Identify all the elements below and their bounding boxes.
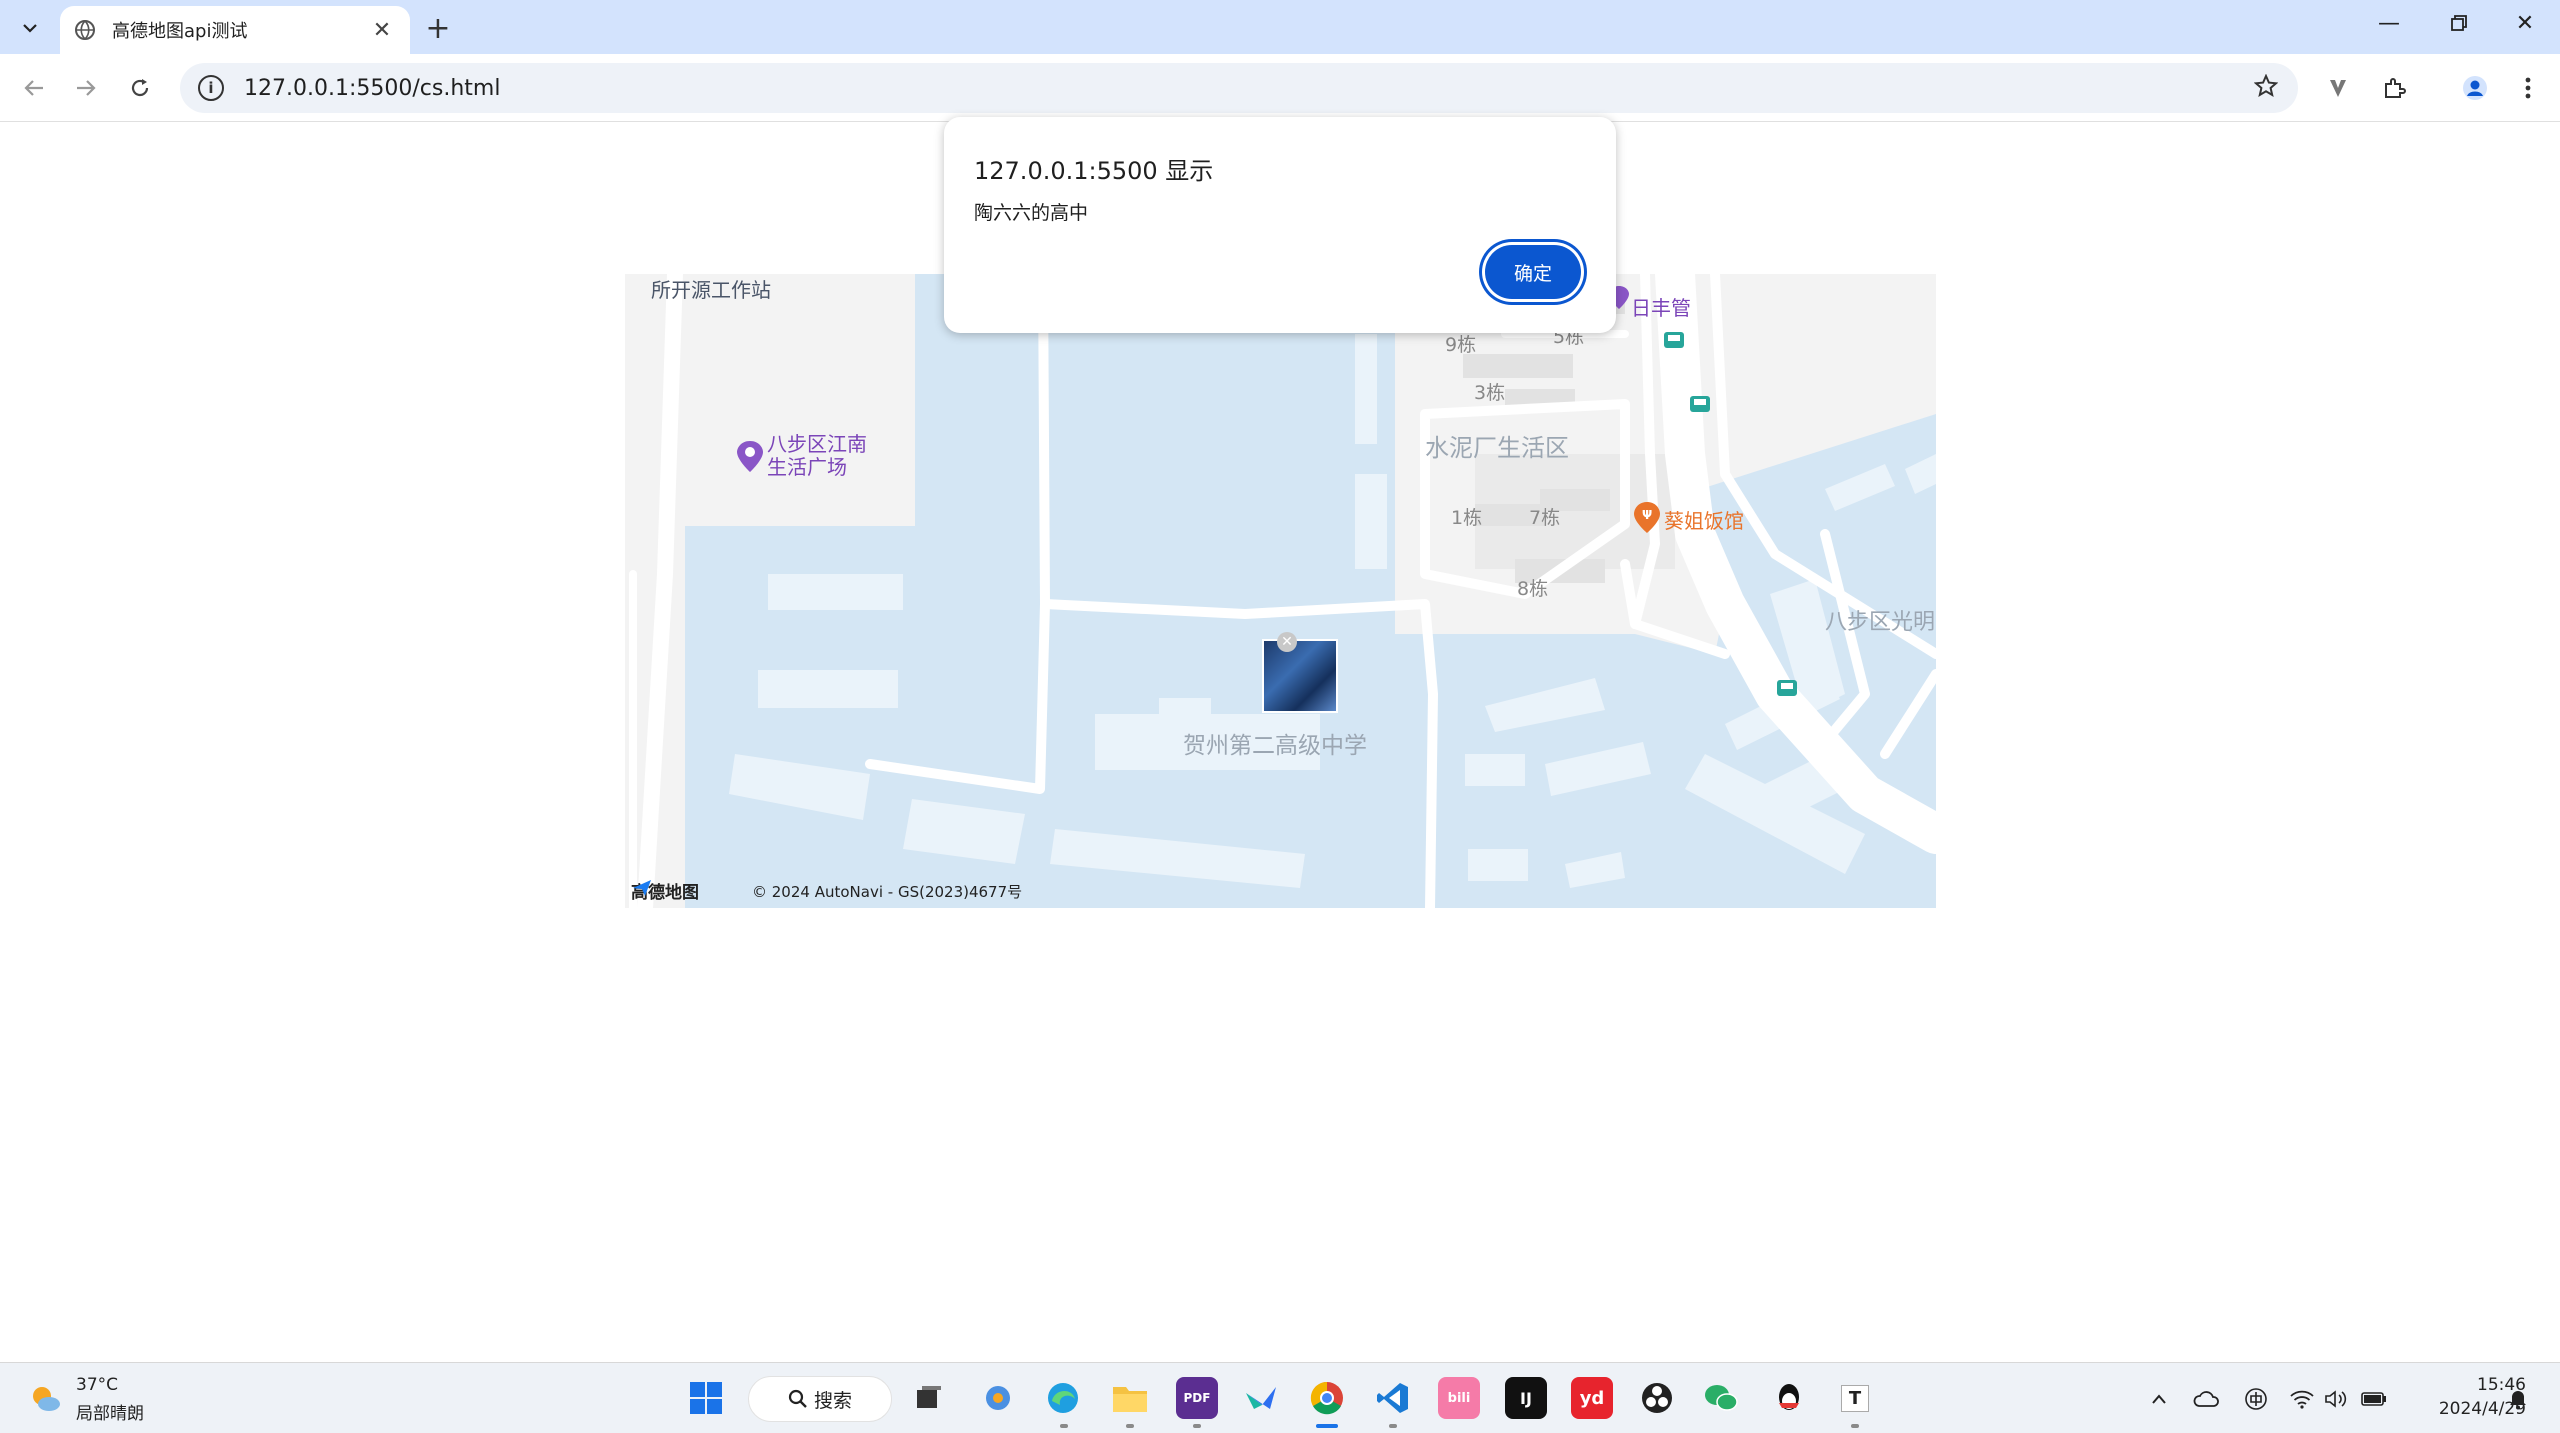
wifi-icon[interactable] xyxy=(2288,1385,2316,1413)
feishu-app-icon[interactable] xyxy=(1240,1377,1282,1419)
bookmark-star-icon[interactable] xyxy=(2253,73,2279,102)
obs-app-icon[interactable] xyxy=(1636,1377,1678,1419)
map-label-b7: 7栋 xyxy=(1529,507,1561,529)
address-bar[interactable]: i 127.0.0.1:5500/cs.html xyxy=(180,63,2298,113)
edge-browser-icon[interactable] xyxy=(1042,1377,1084,1419)
control-panel-icon[interactable] xyxy=(977,1377,1019,1419)
map-label-b9: 9栋 xyxy=(1445,334,1477,356)
edge-running-indicator xyxy=(1060,1424,1068,1428)
vscode-app-icon[interactable] xyxy=(1372,1377,1414,1419)
address-url[interactable]: 127.0.0.1:5500/cs.html xyxy=(244,76,2254,101)
alert-title: 127.0.0.1:5500 显示 xyxy=(974,157,1214,185)
youdao-app-icon[interactable]: yd xyxy=(1571,1377,1613,1419)
volume-icon[interactable] xyxy=(2322,1385,2350,1413)
globe-icon xyxy=(75,20,95,40)
pdf-running-indicator xyxy=(1193,1424,1201,1428)
jetbrains-app-icon[interactable]: IJ xyxy=(1505,1377,1547,1419)
map-copyright: © 2024 AutoNavi - GS(2023)4677号 xyxy=(752,883,1023,901)
alert-dialog: 127.0.0.1:5500 显示 陶六六的高中 确定 xyxy=(944,117,1616,333)
browser-titlebar: 高德地图api测试 ✕ + — ✕ xyxy=(0,0,2560,54)
task-view-icon[interactable] xyxy=(908,1377,950,1419)
map-label-babu-guang: 八步区光明 xyxy=(1825,610,1936,635)
tab-close-icon[interactable]: ✕ xyxy=(370,18,394,43)
extension-v-icon[interactable] xyxy=(2318,68,2358,108)
map-label-restaurant: 葵姐饭馆 xyxy=(1664,509,1744,533)
map-label-rifeng: 日丰管 xyxy=(1631,296,1691,320)
windows-taskbar: 37°C 局部晴朗 搜索 PDF bili IJ yd T 15:46 2024… xyxy=(0,1362,2560,1433)
weather-partly-sunny-icon[interactable] xyxy=(28,1381,62,1415)
map-photo-marker[interactable] xyxy=(1262,639,1338,713)
svg-text:Ψ: Ψ xyxy=(1642,508,1652,522)
pdf-app-icon[interactable]: PDF xyxy=(1176,1377,1218,1419)
amap-arrow-icon xyxy=(633,880,651,896)
map-label-b3: 3栋 xyxy=(1474,382,1506,404)
explorer-running-indicator xyxy=(1126,1424,1134,1428)
qq-app-icon[interactable] xyxy=(1768,1377,1810,1419)
onedrive-cloud-icon[interactable] xyxy=(2192,1385,2220,1413)
alert-ok-button[interactable]: 确定 xyxy=(1485,245,1581,299)
map-label-living-area: 水泥厂生活区 xyxy=(1425,434,1569,462)
typora-app-icon[interactable]: T xyxy=(1834,1377,1876,1419)
wechat-app-icon[interactable] xyxy=(1700,1377,1742,1419)
map-canvas: Ψ xyxy=(625,274,1936,908)
close-window-icon[interactable]: ✕ xyxy=(2490,0,2560,46)
marker-close-icon[interactable]: ✕ xyxy=(1277,632,1297,652)
profile-avatar-icon[interactable] xyxy=(2455,68,2495,108)
battery-icon[interactable] xyxy=(2360,1385,2388,1413)
chrome-app-icon[interactable] xyxy=(1306,1377,1348,1419)
map-label-b8: 8栋 xyxy=(1517,578,1549,600)
forward-arrow-icon[interactable] xyxy=(66,68,106,108)
chrome-active-indicator xyxy=(1316,1424,1338,1428)
tab-search-button[interactable] xyxy=(10,8,50,48)
reload-icon[interactable] xyxy=(120,68,160,108)
weather-description[interactable]: 局部晴朗 xyxy=(76,1399,144,1424)
taskbar-search[interactable]: 搜索 xyxy=(748,1376,892,1422)
map-label-school: 贺州第二高级中学 xyxy=(1183,733,1367,759)
amap-logo[interactable]: 高德地图 xyxy=(631,878,699,903)
typora-running-indicator xyxy=(1851,1424,1859,1428)
file-explorer-icon[interactable] xyxy=(1109,1377,1151,1419)
windows-start-icon[interactable] xyxy=(685,1377,727,1419)
map-label-b1: 1栋 xyxy=(1451,507,1483,529)
tray-chevron-up-icon[interactable] xyxy=(2145,1385,2173,1413)
taskbar-search-label: 搜索 xyxy=(813,1389,852,1412)
map-label-plaza-line2: 生活广场 xyxy=(767,455,847,479)
browser-toolbar: i 127.0.0.1:5500/cs.html xyxy=(0,54,2560,122)
map-label-station: 所开源工作站 xyxy=(651,278,771,302)
back-arrow-icon[interactable] xyxy=(14,68,54,108)
extensions-puzzle-icon[interactable] xyxy=(2374,68,2414,108)
restore-icon[interactable] xyxy=(2424,0,2494,46)
ime-chinese-icon[interactable] xyxy=(2242,1385,2270,1413)
weather-temperature[interactable]: 37°C xyxy=(76,1375,118,1395)
chevron-down-icon xyxy=(23,24,37,33)
notification-bell-icon[interactable] xyxy=(2504,1385,2532,1413)
vscode-running-indicator xyxy=(1389,1424,1397,1428)
more-menu-icon[interactable] xyxy=(2508,68,2548,108)
search-icon xyxy=(788,1389,807,1408)
map-container[interactable]: Ψ 所开源工作站 八步区江南 生活广场 日丰管 水泥厂生活区 9栋 5栋 3栋 … xyxy=(625,274,1936,908)
minimize-icon[interactable]: — xyxy=(2354,0,2424,46)
tab-title: 高德地图api测试 xyxy=(112,21,248,42)
alert-message: 陶六六的高中 xyxy=(974,202,1089,224)
new-tab-button[interactable]: + xyxy=(420,10,456,46)
browser-tab-active[interactable]: 高德地图api测试 ✕ xyxy=(60,6,410,54)
bilibili-app-icon[interactable]: bili xyxy=(1438,1377,1480,1419)
site-info-icon[interactable]: i xyxy=(198,75,224,101)
